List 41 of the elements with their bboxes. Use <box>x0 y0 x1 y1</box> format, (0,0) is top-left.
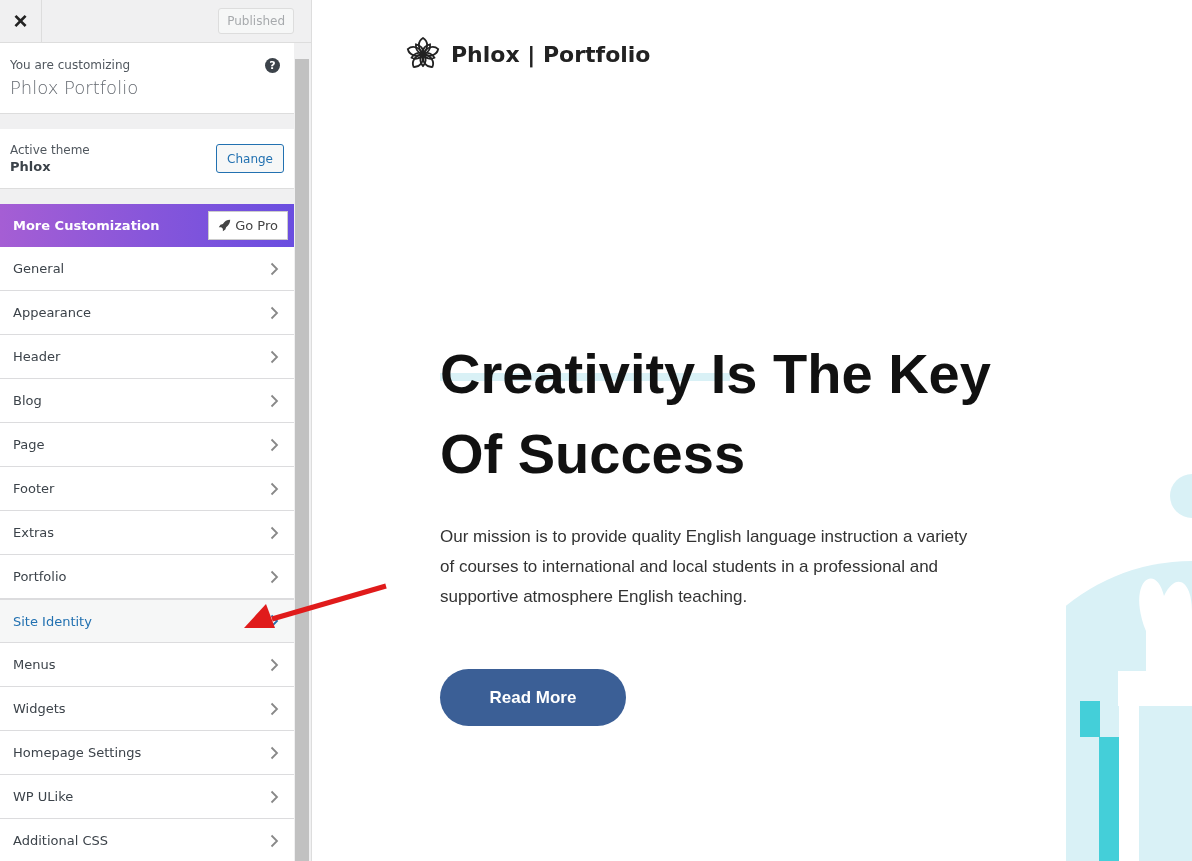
menu-item[interactable]: Header <box>0 335 294 379</box>
menu-item[interactable]: Footer <box>0 467 294 511</box>
site-logo-text: Phlox | Portfolio <box>451 41 651 67</box>
go-pro-button[interactable]: Go Pro <box>208 211 288 240</box>
read-more-button[interactable]: Read More <box>440 669 626 726</box>
chevron-right-icon <box>270 701 279 716</box>
menu-item[interactable]: Page <box>0 423 294 467</box>
promo-title: More Customization <box>13 218 160 233</box>
menu-item[interactable]: Menus <box>0 643 294 687</box>
chevron-right-icon <box>270 833 279 848</box>
hero-heading: Creativity Is The Key Of Success <box>440 341 992 487</box>
site-name: Phlox Portfolio <box>10 77 139 98</box>
change-button[interactable]: Change <box>216 144 284 173</box>
chevron-right-icon <box>270 481 279 496</box>
rocket-icon <box>218 219 232 232</box>
chevron-right-icon <box>270 745 279 760</box>
menu-item[interactable]: Widgets <box>0 687 294 731</box>
customizing-label: You are customizing <box>10 58 132 72</box>
menu-item[interactable]: Additional CSS <box>0 819 294 861</box>
chevron-right-icon <box>270 261 279 276</box>
theme-name: Phlox <box>10 159 52 174</box>
menu-item[interactable]: Homepage Settings <box>0 731 294 775</box>
active-theme-label: Active theme <box>10 143 90 157</box>
chevron-right-icon <box>270 349 279 364</box>
chevron-right-icon <box>270 525 279 540</box>
help-icon[interactable]: ? <box>265 58 280 73</box>
hero-text: Our mission is to provide quality English language instruction a variety of courses to international and local students in a professional and supportive atmosphere English teaching. <box>440 526 969 608</box>
chevron-right-icon <box>270 437 279 452</box>
chevron-right-icon <box>270 393 279 408</box>
chevron-right-icon <box>270 789 279 804</box>
menu-item[interactable]: Blog <box>0 379 294 423</box>
menu-item[interactable]: Portfolio <box>0 555 294 599</box>
chevron-right-icon <box>270 569 279 584</box>
menu-item[interactable]: Extras <box>0 511 294 555</box>
chevron-right-icon <box>270 305 279 320</box>
menu-item[interactable]: WP ULike <box>0 775 294 819</box>
menu-item[interactable]: General <box>0 247 294 291</box>
close-button[interactable]: × <box>0 0 42 42</box>
menu-item[interactable]: Site Identity <box>0 599 294 643</box>
menu-item[interactable]: Appearance <box>0 291 294 335</box>
chevron-right-icon <box>270 657 279 672</box>
